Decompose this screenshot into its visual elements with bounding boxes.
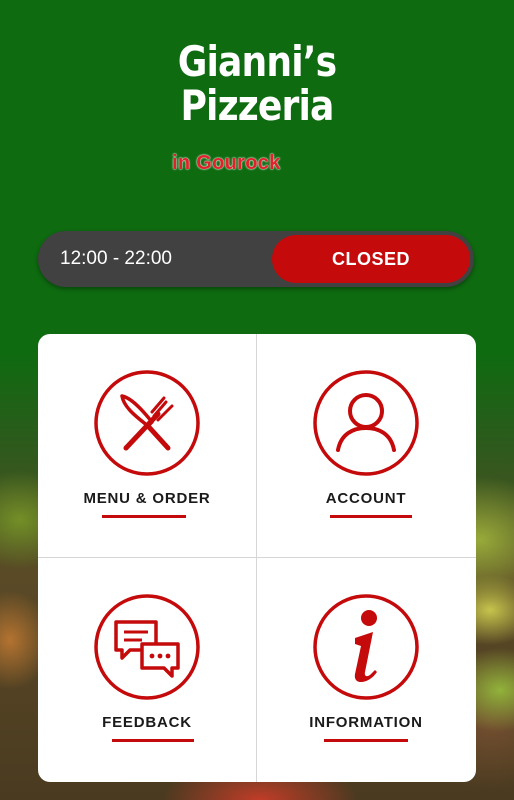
fork-knife-icon <box>94 370 200 476</box>
opening-hours-bar: 12:00 - 22:00 CLOSED <box>38 231 474 287</box>
menu-order-label: MENU & ORDER <box>83 490 211 507</box>
account-tile[interactable]: ACCOUNT <box>257 334 475 557</box>
menu-order-tile[interactable]: MENU & ORDER <box>38 334 256 557</box>
logo-name-line1: Gianni’s <box>177 37 337 86</box>
menu-order-underline <box>102 515 186 518</box>
info-icon <box>313 594 419 700</box>
user-icon <box>313 370 419 476</box>
logo-name-line2: Pizzeria <box>180 81 334 130</box>
app-logo: Gianni’s Pizzeria <box>0 40 514 128</box>
information-label: INFORMATION <box>309 714 423 731</box>
status-closed-button[interactable]: CLOSED <box>272 235 470 283</box>
feedback-label: FEEDBACK <box>102 714 192 731</box>
feedback-tile[interactable]: FEEDBACK <box>38 558 256 781</box>
information-underline <box>324 739 408 742</box>
feedback-underline <box>112 739 194 742</box>
information-tile[interactable]: INFORMATION <box>257 558 475 781</box>
account-underline <box>330 515 412 518</box>
chat-bubbles-icon <box>94 594 200 700</box>
logo-location: in Gourock <box>172 152 281 174</box>
opening-hours-text: 12:00 - 22:00 <box>60 248 172 269</box>
account-label: ACCOUNT <box>325 490 407 507</box>
main-menu-grid: MENU & ORDER ACCOUNT FEEDBACK INFORMATIO… <box>38 334 476 782</box>
